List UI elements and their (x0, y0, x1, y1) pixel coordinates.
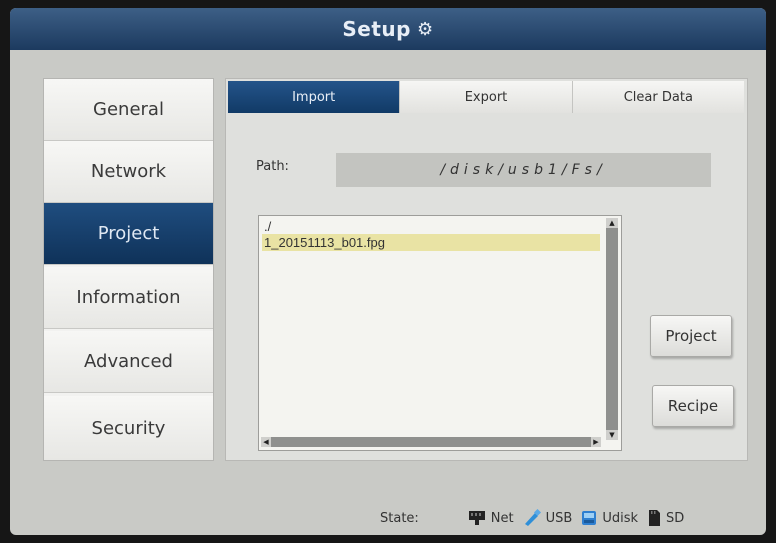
main-panel: Import Export Clear Data Path: /disk/usb… (225, 78, 748, 461)
path-field[interactable]: /disk/usb1/Fs/ (336, 153, 711, 187)
list-item[interactable]: ./ (262, 218, 600, 235)
horizontal-scrollbar[interactable]: ◀ ▶ (261, 437, 601, 447)
button-label: Project (665, 327, 717, 345)
window-title: Setup (342, 17, 411, 41)
sidebar-item-security[interactable]: Security (44, 396, 213, 460)
title-bar: Setup ⚙ (10, 8, 766, 50)
sidebar-item-information[interactable]: Information (44, 267, 213, 329)
device-screen: Setup ⚙ General Network Project Informat… (10, 8, 766, 535)
sidebar-item-label: Project (97, 223, 160, 244)
status-sd-label: SD (666, 510, 685, 526)
list-item[interactable]: 1_20151113_b01.fpg (262, 234, 600, 251)
sidebar-item-label: Advanced (84, 351, 173, 372)
tab-label: Import (292, 89, 336, 105)
vertical-scrollbar[interactable]: ▲ ▼ (606, 218, 618, 440)
scroll-right-icon[interactable]: ▶ (591, 437, 601, 447)
recipe-button[interactable]: Recipe (652, 385, 734, 427)
tab-import[interactable]: Import (228, 81, 401, 113)
status-usb: USB (522, 509, 573, 527)
status-udisk-label: Udisk (602, 510, 638, 526)
scroll-down-icon[interactable]: ▼ (606, 430, 618, 440)
tab-bar: Import Export Clear Data (228, 81, 744, 113)
tab-label: Clear Data (623, 89, 693, 105)
status-usb-label: USB (545, 510, 573, 526)
path-label: Path: (256, 159, 289, 174)
udisk-icon (580, 509, 598, 527)
sidebar-item-advanced[interactable]: Advanced (44, 331, 213, 393)
status-sd: SD (646, 509, 684, 527)
status-net-label: Net (490, 510, 514, 526)
state-label: State: (380, 510, 419, 526)
sidebar-item-project[interactable]: Project (44, 203, 213, 265)
network-icon (467, 509, 487, 527)
usb-icon (522, 509, 542, 527)
sidebar-item-label: General (93, 99, 164, 120)
status-udisk: Udisk (580, 509, 638, 527)
file-list[interactable]: ./ 1_20151113_b01.fpg ▲ ▼ ◀ ▶ (258, 215, 622, 451)
button-label: Recipe (667, 397, 719, 415)
tab-clear-data[interactable]: Clear Data (572, 81, 744, 113)
sd-card-icon (646, 509, 662, 527)
tab-label: Export (464, 89, 508, 105)
tab-export[interactable]: Export (400, 81, 573, 113)
sidebar-item-label: Information (76, 287, 181, 308)
gear-icon: ⚙ (416, 18, 434, 40)
sidebar: General Network Project Information Adva… (43, 78, 214, 461)
status-net: Net (467, 509, 514, 527)
sidebar-item-network[interactable]: Network (44, 141, 213, 203)
scroll-left-icon[interactable]: ◀ (261, 437, 271, 447)
status-bar: State: Net USB Udisk SD (380, 506, 692, 530)
sidebar-item-general[interactable]: General (44, 79, 213, 141)
sidebar-item-label: Security (91, 417, 166, 439)
project-button[interactable]: Project (650, 315, 732, 357)
scroll-up-icon[interactable]: ▲ (606, 218, 618, 228)
sidebar-item-label: Network (90, 161, 167, 182)
